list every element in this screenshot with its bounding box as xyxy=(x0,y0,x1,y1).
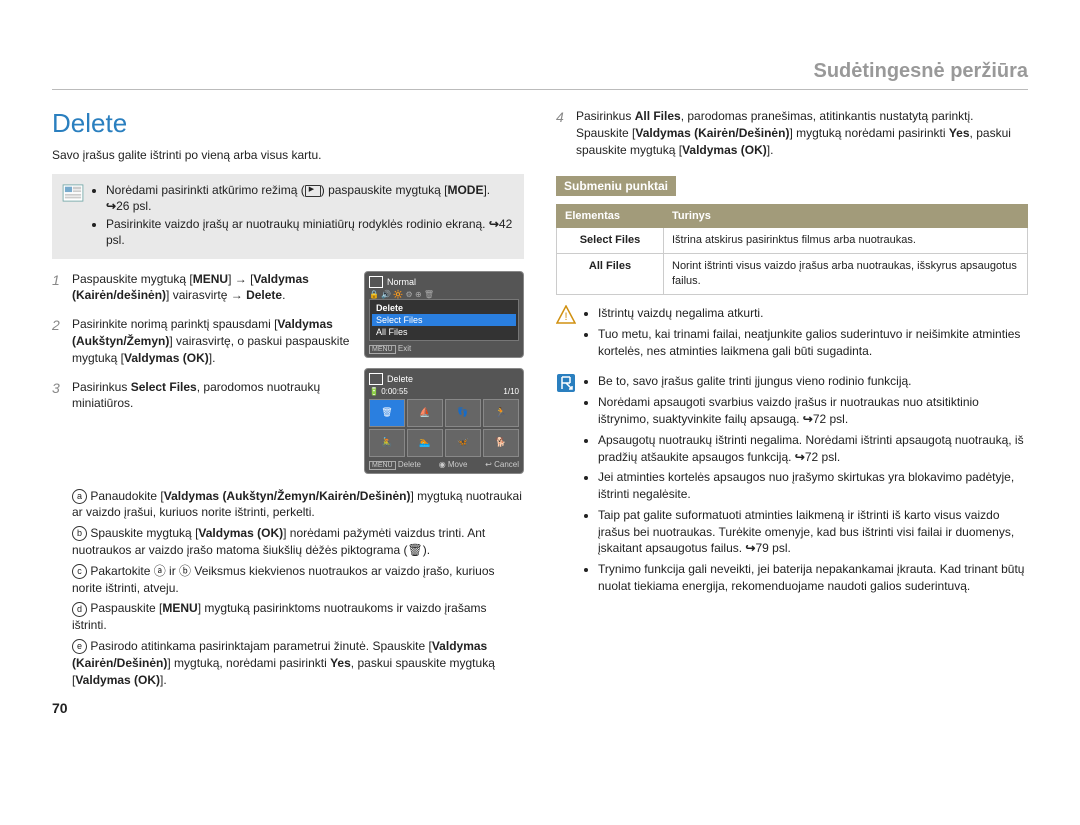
table-row: All Files Norint ištrinti visus vaizdo į… xyxy=(557,254,1028,295)
warn-item: Tuo metu, kai trinami failai, neatjunkit… xyxy=(598,326,1028,360)
substep-e: e Pasirodo atitinkama pasirinktajam para… xyxy=(72,638,524,688)
step-3: Pasirinkus Select Files, parodomos nuotr… xyxy=(52,379,524,689)
info-icon xyxy=(556,373,576,393)
warn-item: Ištrintų vaizdų negalima atkurti. xyxy=(598,305,1028,322)
page-number: 70 xyxy=(52,700,68,716)
step-4: Pasirinkus All Files, parodomas pranešim… xyxy=(556,108,1028,158)
svg-text:!: ! xyxy=(564,311,567,323)
playback-icon xyxy=(305,185,321,197)
table-row: Select Files Ištrina atskirus pasirinktu… xyxy=(557,228,1028,254)
tip-item: Norėdami apsaugoti svarbius vaizdo įrašu… xyxy=(598,394,1028,428)
note-item: Norėdami pasirinkti atkūrimo režimą () p… xyxy=(106,182,514,214)
note-item: Pasirinkite vaizdo įrašų ar nuotraukų mi… xyxy=(106,216,514,248)
preview-icon xyxy=(62,184,84,202)
tip-item: Jei atminties kortelės apsaugos nuo įraš… xyxy=(598,469,1028,503)
page-header: Sudėtingesnė peržiūra xyxy=(52,60,1028,90)
step-2: Pasirinkite norimą parinktį spausdami [V… xyxy=(52,316,524,366)
substep-c: c Pakartokite ⓐ ir ⓑ Veiksmus kiekvienos… xyxy=(72,563,524,597)
right-column: Pasirinkus All Files, parodomas pranešim… xyxy=(556,108,1028,700)
warning-block: ! Ištrintų vaizdų negalima atkurti. Tuo … xyxy=(556,305,1028,363)
tip-item: Be to, savo įrašus galite trinti įjungus… xyxy=(598,373,1028,390)
tip-item: Taip pat galite suformatuoti atminties l… xyxy=(598,507,1028,557)
warning-icon: ! xyxy=(556,305,576,325)
tip-item: Trynimo funkcija gali neveikti, jei bate… xyxy=(598,561,1028,595)
note-box: Norėdami pasirinkti atkūrimo režimą () p… xyxy=(52,174,524,259)
th-content: Turinys xyxy=(664,205,1028,228)
substep-b: b Spauskite mygtuką [Valdymas (OK)] norė… xyxy=(72,525,524,559)
section-title: Delete xyxy=(52,108,524,139)
left-column: Delete Savo įrašus galite ištrinti po vi… xyxy=(52,108,524,700)
step-1: Paspauskite mygtuką [MENU] [Valdymas (Ka… xyxy=(52,271,524,305)
substep-a: a Panaudokite [Valdymas (Aukštyn/Žemyn/K… xyxy=(72,488,524,522)
submenu-table: Elementas Turinys Select Files Ištrina a… xyxy=(556,204,1028,295)
th-element: Elementas xyxy=(557,205,664,228)
substep-d: d Paspauskite [MENU] mygtuką pasirinktom… xyxy=(72,600,524,634)
tips-block: Be to, savo įrašus galite trinti įjungus… xyxy=(556,373,1028,599)
submenu-heading: Submeniu punktai xyxy=(556,176,676,196)
tip-item: Apsaugotų nuotraukų ištrinti negalima. N… xyxy=(598,432,1028,466)
intro-text: Savo įrašus galite ištrinti po vieną arb… xyxy=(52,147,524,164)
